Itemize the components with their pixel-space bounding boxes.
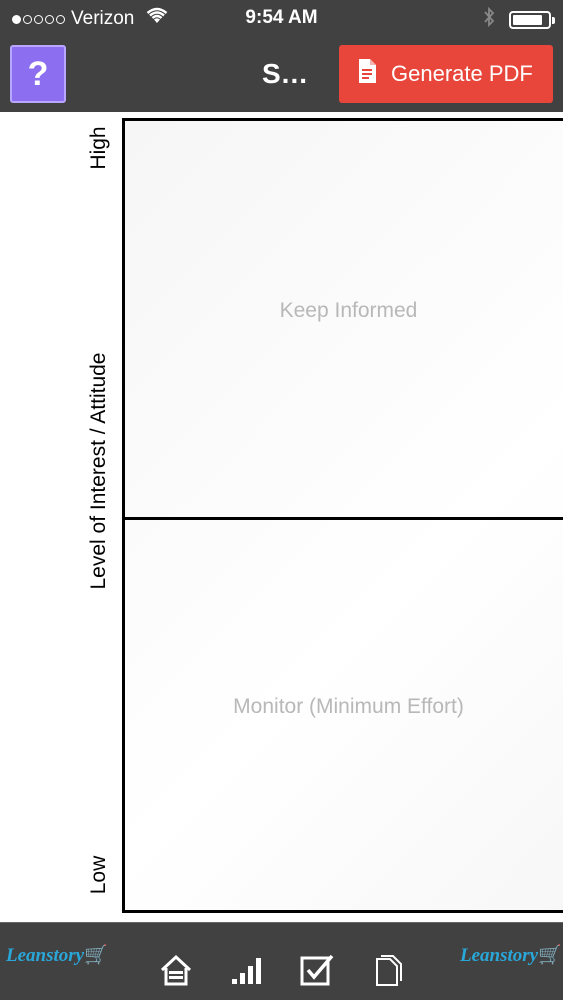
- home-icon[interactable]: [157, 951, 195, 989]
- signal-bars-icon[interactable]: [228, 951, 266, 989]
- status-bar: Verizon 9:54 AM: [0, 0, 563, 36]
- matrix-grid: Keep Informed Monitor (Minimum Effort): [122, 118, 563, 913]
- y-axis-label: Level of Interest / Attitude: [87, 352, 110, 590]
- quadrant-label-keep-informed[interactable]: Keep Informed: [125, 299, 563, 323]
- generate-pdf-button[interactable]: Generate PDF: [339, 45, 553, 103]
- document-icon: [357, 58, 377, 90]
- checkbox-icon[interactable]: [298, 951, 336, 989]
- bluetooth-icon: [483, 6, 495, 33]
- matrix-divider: [125, 517, 563, 520]
- battery-icon: [509, 11, 555, 29]
- y-axis-high-label: High: [87, 126, 110, 170]
- leanstory-logo-right: Leanstory🛒: [460, 945, 562, 966]
- y-axis-low-label: Low: [87, 855, 110, 895]
- top-bar: Verizon 9:54 AM ? S... Generate PDF: [0, 0, 563, 112]
- documents-icon[interactable]: [368, 951, 406, 989]
- bottom-toolbar: Leanstory🛒 Leanstory🛒: [0, 922, 563, 1000]
- page-title: S...: [262, 58, 309, 89]
- leanstory-logo-left: Leanstory🛒: [6, 945, 108, 966]
- clock: 9:54 AM: [245, 7, 318, 28]
- quadrant-label-monitor[interactable]: Monitor (Minimum Effort): [125, 695, 563, 719]
- generate-pdf-label: Generate PDF: [391, 61, 533, 86]
- help-button[interactable]: ?: [10, 45, 66, 103]
